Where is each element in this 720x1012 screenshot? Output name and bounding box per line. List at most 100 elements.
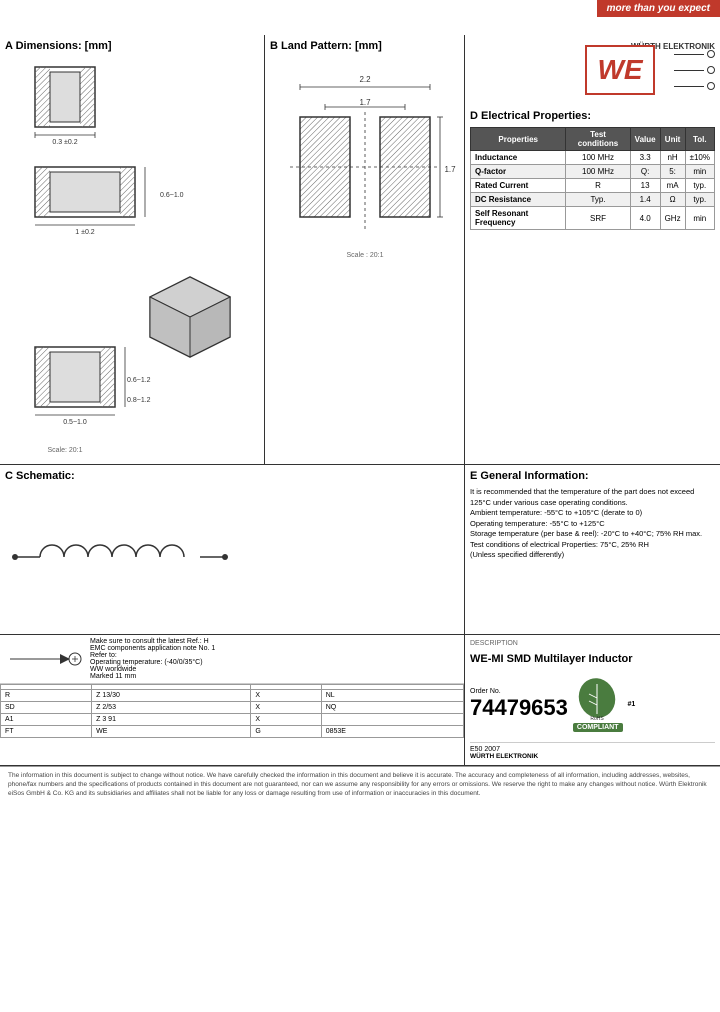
elec-header-properties: Properties (471, 128, 566, 151)
prop-value: 3.3 (630, 151, 660, 165)
footer-disclaimer: The information in this document is subj… (0, 766, 720, 802)
prop-testcond: R (566, 179, 630, 193)
svg-text:0.5~1.0: 0.5~1.0 (63, 419, 87, 426)
table-row: FT WE G 0853E (1, 726, 464, 738)
bom-section: Make sure to consult the latest Ref.: H … (0, 635, 465, 765)
prop-value: Q: (630, 165, 660, 179)
bom-note: Make sure to consult the latest Ref.: H … (90, 638, 215, 680)
section-c-title: C Schematic: (5, 470, 459, 482)
table-row: R Z 13/30 X NL (1, 690, 464, 702)
table-row: Inductance 100 MHz 3.3 nH ±10% (471, 151, 715, 165)
order-code-label: Order No. (470, 688, 568, 695)
prop-testcond: 100 MHz (566, 165, 630, 179)
logo-area: WE WÜRTH ELEKTRONIK (470, 40, 715, 100)
rev-cell: A1 (1, 714, 92, 726)
we-logo-box: WE (585, 45, 655, 95)
section-e: E General Information: It is recommended… (465, 465, 720, 634)
prop-tol: min (685, 165, 714, 179)
svg-text:0.3 ±0.2: 0.3 ±0.2 (52, 139, 77, 146)
we-letters: WE (597, 56, 642, 84)
svg-text:Scale : 20:1: Scale : 20:1 (347, 252, 384, 259)
prop-unit: nH (660, 151, 685, 165)
prop-value: 13 (630, 179, 660, 193)
rev-cell: FT (1, 726, 92, 738)
section-logo-elec: WE WÜRTH ELEKTRONIK D Electrical Propert… (465, 35, 720, 464)
order-code: 74479653 (470, 695, 568, 721)
table-row: DC Resistance Typ. 1.4 Ω typ. (471, 193, 715, 207)
rev-cell: NL (321, 690, 463, 702)
svg-text:0.6~1.2: 0.6~1.2 (127, 377, 151, 384)
prop-name: Self Resonant Frequency (471, 207, 566, 230)
prop-tol: typ. (685, 193, 714, 207)
section-c: C Schematic: (0, 465, 465, 634)
section-d-title: D Electrical Properties: (470, 110, 715, 122)
table-row: Self Resonant Frequency SRF 4.0 GHz min (471, 207, 715, 230)
table-row: A1 Z 3 91 X (1, 714, 464, 726)
table-row: SD Z 2/53 X NQ (1, 702, 464, 714)
electrical-properties-table: Properties Test conditions Value Unit To… (470, 127, 715, 230)
prop-name: Rated Current (471, 179, 566, 193)
prop-name: DC Resistance (471, 193, 566, 207)
rev-cell: G (251, 726, 321, 738)
product-name: WE-MI SMD Multilayer Inductor (470, 652, 715, 666)
we-connector-lines (674, 50, 715, 90)
header-tagline: more than you expect (597, 0, 720, 17)
rev-cell: Z 2/53 (92, 702, 251, 714)
rev-cell: X (251, 702, 321, 714)
section-e-text: It is recommended that the temperature o… (470, 487, 715, 561)
section-e-title: E General Information: (470, 470, 715, 482)
prop-name: Q-factor (471, 165, 566, 179)
footer-text: The information in this document is subj… (8, 772, 707, 797)
prop-value: 1.4 (630, 193, 660, 207)
prop-unit: GHz (660, 207, 685, 230)
svg-text:RoHS: RoHS (591, 716, 605, 721)
elec-header-unit: Unit (660, 128, 685, 151)
elec-header-tol: Tol. (685, 128, 714, 151)
svg-text:0.8~1.2: 0.8~1.2 (127, 397, 151, 404)
rev-cell: WE (92, 726, 251, 738)
rev-cell: SD (1, 702, 92, 714)
svg-text:Scale: 20:1: Scale: 20:1 (47, 447, 82, 454)
section-b-title: B Land Pattern: [mm] (270, 40, 459, 52)
compliant-badge: COMPLIANT (573, 723, 623, 732)
section-a: A Dimensions: [mm] 0.3 ± (0, 35, 265, 464)
prop-unit: Ω (660, 193, 685, 207)
table-row: Rated Current R 13 mA typ. (471, 179, 715, 193)
section-a-title: A Dimensions: [mm] (5, 40, 259, 52)
rev-cell: X (251, 690, 321, 702)
revision-number: #1 (628, 701, 636, 708)
prop-name: Inductance (471, 151, 566, 165)
svg-text:0.6~1.0: 0.6~1.0 (160, 192, 184, 199)
rohs-logo: RoHS (575, 676, 620, 721)
table-row: Q-factor 100 MHz Q: 5: min (471, 165, 715, 179)
section-b: B Land Pattern: [mm] 2.2 1.7 (265, 35, 465, 464)
prop-testcond: Typ. (566, 193, 630, 207)
svg-text:1 ±0.2: 1 ±0.2 (75, 229, 95, 236)
rev-cell: Z 13/30 (92, 690, 251, 702)
svg-text:2.2: 2.2 (359, 75, 371, 84)
prop-unit: 5: (660, 165, 685, 179)
land-pattern-drawing: 2.2 1.7 1.7 Scale : 20:1 (270, 57, 460, 407)
prop-tol: typ. (685, 179, 714, 193)
elec-header-testcond: Test conditions (566, 128, 630, 151)
we-brand-footer: WÜRTH ELEKTRONIK (470, 753, 715, 760)
description-label: DESCRIPTION (470, 640, 715, 647)
rev-cell: X (251, 714, 321, 726)
rev-cell: Z 3 91 (92, 714, 251, 726)
rev-cell: 0853E (321, 726, 463, 738)
svg-text:1.7: 1.7 (444, 165, 456, 174)
arrow-diagram (5, 639, 85, 679)
prop-unit: mA (660, 179, 685, 193)
prop-testcond: 100 MHz (566, 151, 630, 165)
prop-testcond: SRF (566, 207, 630, 230)
part-number-section: DESCRIPTION WE-MI SMD Multilayer Inducto… (465, 635, 720, 765)
rev-cell: NQ (321, 702, 463, 714)
svg-text:1.7: 1.7 (359, 98, 371, 107)
schematic-drawing (5, 497, 255, 617)
prop-value: 4.0 (630, 207, 660, 230)
elec-header-value: Value (630, 128, 660, 151)
prop-tol: ±10% (685, 151, 714, 165)
rev-cell: R (1, 690, 92, 702)
revision-table: R Z 13/30 X NL SD Z 2/53 X NQ A1 Z 3 91 (0, 684, 464, 738)
dimension-drawings: 0.3 ±0.2 1 ±0.2 0.6~1.0 (5, 57, 260, 457)
